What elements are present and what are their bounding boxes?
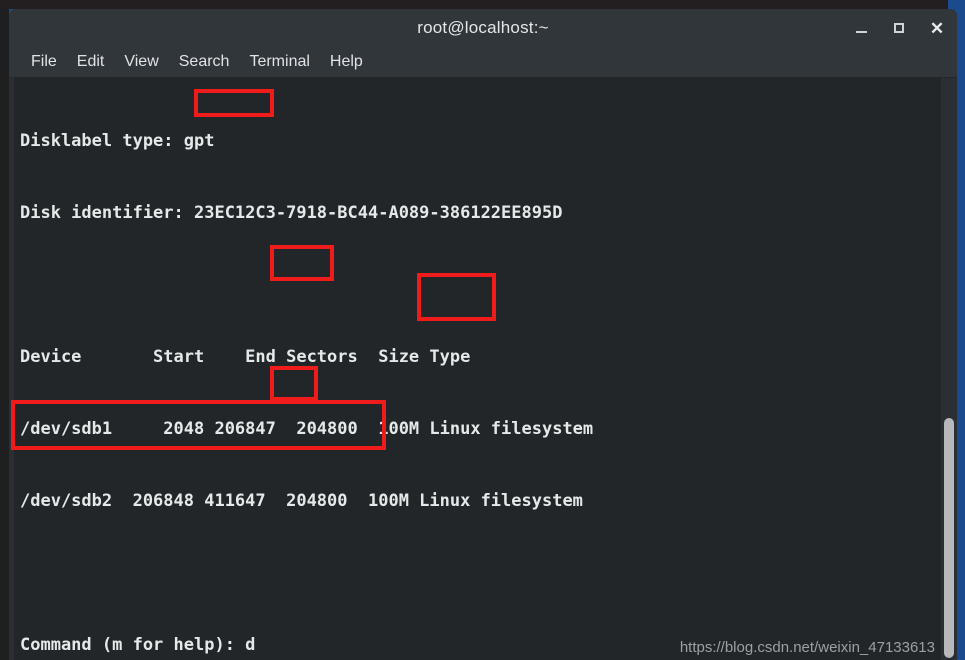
menu-item-help[interactable]: Help xyxy=(320,50,373,74)
terminal-line: /dev/sdb2 206848 411647 204800 100M Linu… xyxy=(20,491,583,511)
minimize-icon xyxy=(855,31,867,33)
terminal-text-content: Disklabel type: gpt Disk identifier: 23E… xyxy=(20,81,937,660)
window-title: root@localhost:~ xyxy=(417,18,549,37)
terminal-line: /dev/sdb1 2048 206847 204800 100M Linux … xyxy=(20,419,594,439)
terminal-output-area[interactable]: Disklabel type: gpt Disk identifier: 23E… xyxy=(9,78,957,660)
menubar: File Edit View Search Terminal Help xyxy=(9,47,957,78)
window-titlebar[interactable]: root@localhost:~ ✕ xyxy=(9,9,957,47)
maximize-icon xyxy=(894,23,904,33)
menu-item-terminal[interactable]: Terminal xyxy=(239,50,319,74)
terminal-window: root@localhost:~ ✕ File Edit View Search… xyxy=(9,9,957,660)
menu-item-search[interactable]: Search xyxy=(169,50,240,74)
terminal-line: Disk identifier: 23EC12C3-7918-BC44-A089… xyxy=(20,203,563,223)
close-icon: ✕ xyxy=(929,18,945,38)
terminal-line: Device Start End Sectors Size Type xyxy=(20,347,471,367)
menu-item-view[interactable]: View xyxy=(114,50,168,74)
terminal-scrollbar-thumb[interactable] xyxy=(944,418,954,658)
desktop-shade-top xyxy=(0,0,948,9)
desktop-background: root@localhost:~ ✕ File Edit View Search… xyxy=(0,0,965,660)
desktop-shade-left xyxy=(0,0,9,660)
minimize-button[interactable] xyxy=(847,14,875,42)
terminal-line: Disklabel type: gpt xyxy=(20,131,215,151)
menu-item-edit[interactable]: Edit xyxy=(67,50,115,74)
terminal-left-edge xyxy=(9,78,14,660)
close-button[interactable]: ✕ xyxy=(923,14,951,42)
maximize-button[interactable] xyxy=(885,14,913,42)
menu-item-file[interactable]: File xyxy=(21,50,67,74)
terminal-line: Command (m for help): d xyxy=(20,635,256,655)
window-controls: ✕ xyxy=(847,9,951,47)
terminal-scrollbar-track[interactable] xyxy=(941,78,957,660)
